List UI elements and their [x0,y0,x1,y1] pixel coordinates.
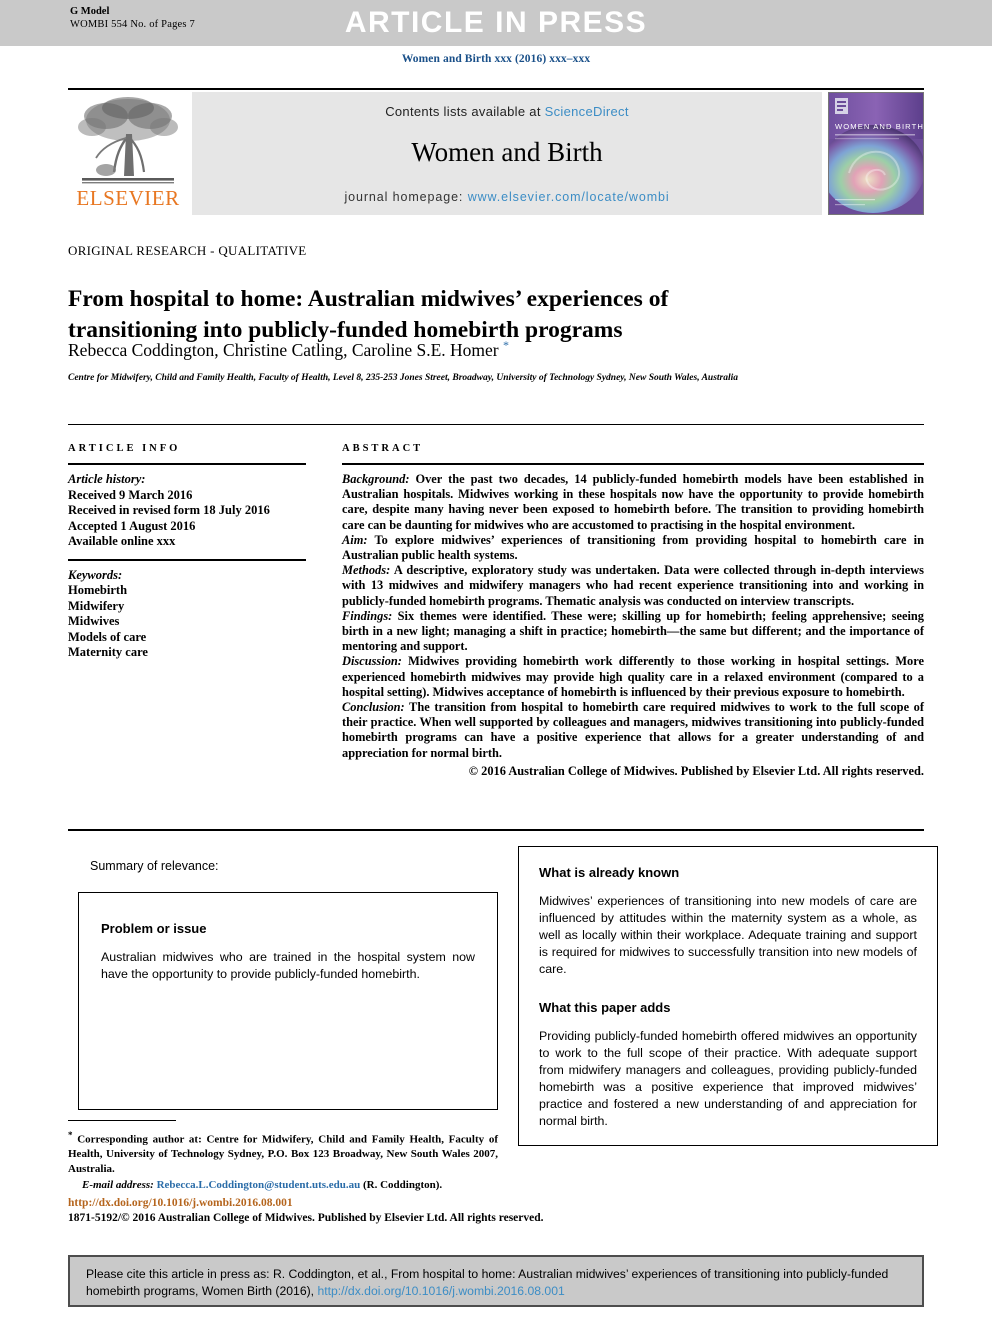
keyword-item: Midwives [68,614,120,628]
journal-homepage-line: journal homepage: www.elsevier.com/locat… [192,190,822,204]
author-affiliation: Centre for Midwifery, Child and Family H… [68,373,739,383]
citation-doi-link[interactable]: http://dx.doi.org/10.1016/j.wombi.2016.0… [317,1284,564,1298]
journal-homepage-link[interactable]: www.elsevier.com/locate/wombi [468,190,670,204]
abstract-section-text: To explore midwives’ experiences of tran… [342,532,924,563]
corresponding-author-marker: * [503,338,509,352]
keywords-label: Keywords: [68,567,123,582]
abstract-section-text: Midwives providing homebirth work differ… [342,654,924,699]
summary-of-relevance-label: Summary of relevance: [90,859,219,873]
problem-or-issue-text: Australian midwives who are trained in t… [101,950,475,981]
elsevier-wordmark: ELSEVIER [76,186,180,210]
problem-or-issue-heading: Problem or issue [101,921,207,936]
summary-top-rule [68,829,924,831]
abstract-section-text: Over the past two decades, 14 publicly-f… [342,472,924,532]
abstract-section-lead: Discussion: [342,654,402,669]
journal-cover-art: WOMEN AND BIRTH [829,93,923,214]
abstract-section-lead: Findings: [342,608,393,623]
keyword-item: Homebirth [68,583,128,597]
email-address-label: E-mail address: [82,1179,154,1192]
what-is-already-known-heading: What is already known [539,865,680,880]
abstract-heading: ABSTRACT [342,443,424,454]
abstract-rule [342,463,924,465]
article-in-press-text: ARTICLE IN PRESS [344,6,648,39]
keyword-item: Midwifery [68,598,125,613]
author-names: Rebecca Coddington, Christine Catling, C… [68,339,499,360]
homepage-prefix: journal homepage: [344,190,468,204]
sciencedirect-link[interactable]: ScienceDirect [545,104,629,119]
info-section-top-rule [68,424,924,425]
history-item: Received in revised form 18 July 2016 [68,503,270,517]
issn-copyright-line: 1871-5192/© 2016 Australian College of M… [68,1212,544,1224]
corresponding-author-text: Corresponding author at: Centre for Midw… [68,1133,498,1175]
email-address-line: E-mail address: Rebecca.L.Coddington@stu… [68,1178,498,1193]
please-cite-box: Please cite this article in press as: R.… [68,1255,924,1307]
history-item: Received 9 March 2016 [68,487,193,502]
article-history-block: Article history: Received 9 March 2016 R… [68,472,306,550]
abstract-section-lead: Conclusion: [342,700,405,715]
journal-banner-center: Contents lists available at ScienceDirec… [192,92,822,215]
history-item: Available online xxx [68,534,176,548]
article-info-heading: ARTICLE INFO [68,443,181,454]
keywords-block: Keywords: Homebirth Midwifery Midwives M… [68,568,306,661]
abstract-section: Methods: A descriptive, exploratory stud… [342,563,924,609]
keywords-rule [68,558,306,561]
journal-reference-line: Women and Birth xxx (2016) xxx–xxx [401,53,591,65]
keyword-item: Models of care [68,629,147,644]
email-address-link[interactable]: Rebecca.L.Coddington@student.uts.edu.au [157,1179,361,1191]
history-item: Accepted 1 August 2016 [68,518,196,533]
keyword-item: Maternity care [68,645,148,659]
please-cite-text: Please cite this article in press as: R.… [86,1266,906,1300]
abstract-section-text: Six themes were identified. These were; … [342,608,924,654]
page-title: From hospital to home: Australian midwiv… [68,285,669,343]
footnote-separator-rule [68,1120,176,1121]
article-info-rule [68,463,306,465]
abstract-section: Aim: To explore midwives’ experiences of… [342,533,924,563]
abstract-section-text: A descriptive, exploratory study was und… [342,563,924,608]
abstract-section: Discussion: Midwives providing homebirth… [342,654,924,700]
journal-cover-thumbnail: WOMEN AND BIRTH [828,92,924,215]
abstract-section: Findings: Six themes were identified. Th… [342,609,924,655]
elsevier-tree-icon [78,97,178,184]
abstract-copyright: © 2016 Australian College of Midwives. P… [468,763,924,778]
doi-link[interactable]: http://dx.doi.org/10.1016/j.wombi.2016.0… [68,1196,568,1211]
what-this-paper-adds-text: Providing publicly-funded homebirth offe… [539,1029,917,1128]
corresponding-author-note: * Corresponding author at: Centre for Mi… [68,1128,498,1193]
doi-block: http://dx.doi.org/10.1016/j.wombi.2016.0… [68,1196,568,1226]
article-section-kicker: ORIGINAL RESEARCH - QUALITATIVE [68,243,307,258]
abstract-column: ABSTRACT Background: Over the past two d… [342,443,924,779]
abstract-section-lead: Background: [342,472,410,486]
abstract-section: Conclusion: The transition from hospital… [342,700,924,761]
author-list: Rebecca Coddington, Christine Catling, C… [68,338,868,361]
article-history-label: Article history: [68,472,146,486]
banner-top-rule [68,88,924,90]
abstract-section-lead: Aim: [342,532,368,547]
abstract-section-text: The transition from hospital to homebirt… [342,700,924,760]
svg-text:WOMEN AND BIRTH: WOMEN AND BIRTH [835,122,923,131]
email-address-suffix: (R. Coddington). [360,1179,443,1192]
contents-available-line: Contents lists available at ScienceDirec… [192,104,822,119]
what-this-paper-adds-heading: What this paper adds [539,1000,671,1015]
journal-banner: ELSEVIER Contents lists available at Sci… [68,92,924,215]
summary-box-problem: Problem or issue Australian midwives who… [78,892,498,1110]
abstract-section: Background: Over the past two decades, 1… [342,472,924,533]
summary-box-knowledge: What is already known Midwives’ experien… [518,846,938,1146]
article-info-column: ARTICLE INFO Article history: Received 9… [68,443,306,661]
journal-title: Women and Birth [411,137,603,167]
footnote-star-marker: * [68,1130,73,1140]
contents-prefix: Contents lists available at [385,104,545,119]
elsevier-logo: ELSEVIER [68,92,188,215]
what-is-already-known-text: Midwives’ experiences of transitioning i… [539,894,917,976]
abstract-section-lead: Methods: [342,563,391,578]
abstract-body: Background: Over the past two decades, 1… [342,472,924,779]
